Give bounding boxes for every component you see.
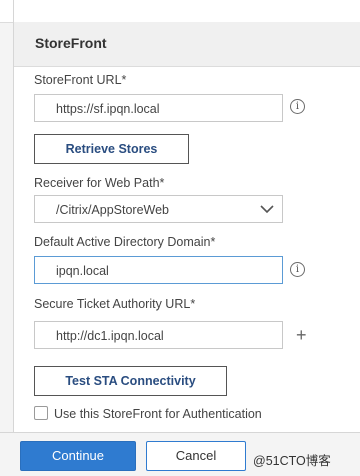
continue-button[interactable]: Continue <box>20 441 136 471</box>
receiver-path-label: Receiver for Web Path* <box>34 176 165 190</box>
storefront-url-input[interactable]: https://sf.ipqn.local <box>34 94 283 122</box>
top-strip-edge <box>13 0 14 22</box>
test-sta-button[interactable]: Test STA Connectivity <box>34 366 227 396</box>
ad-domain-label: Default Active Directory Domain* <box>34 235 216 249</box>
panel-header: StoreFront <box>14 22 360 67</box>
storefront-url-value: https://sf.ipqn.local <box>56 102 160 116</box>
plus-icon[interactable]: + <box>296 326 307 344</box>
panel-title: StoreFront <box>35 35 107 51</box>
storefront-url-label: StoreFront URL* <box>34 73 127 87</box>
receiver-path-value: /Citrix/AppStoreWeb <box>56 203 170 217</box>
cancel-button[interactable]: Cancel <box>146 441 246 471</box>
auth-checkbox[interactable] <box>34 406 48 420</box>
sta-url-input[interactable]: http://dc1.ipqn.local <box>34 321 283 349</box>
ad-domain-value: ipqn.local <box>56 264 109 278</box>
info-icon[interactable]: i <box>290 99 305 114</box>
chevron-down-icon <box>260 205 274 214</box>
receiver-path-select[interactable]: /Citrix/AppStoreWeb <box>34 195 283 223</box>
info-icon[interactable]: i <box>290 262 305 277</box>
retrieve-stores-button[interactable]: Retrieve Stores <box>34 134 189 164</box>
top-section-strip <box>0 0 360 23</box>
auth-checkbox-label: Use this StoreFront for Authentication <box>54 407 262 421</box>
sta-url-label: Secure Ticket Authority URL* <box>34 297 196 311</box>
watermark: @51CTO博客 <box>253 454 331 468</box>
ad-domain-input[interactable]: ipqn.local <box>34 256 283 284</box>
sta-url-value: http://dc1.ipqn.local <box>56 329 164 343</box>
